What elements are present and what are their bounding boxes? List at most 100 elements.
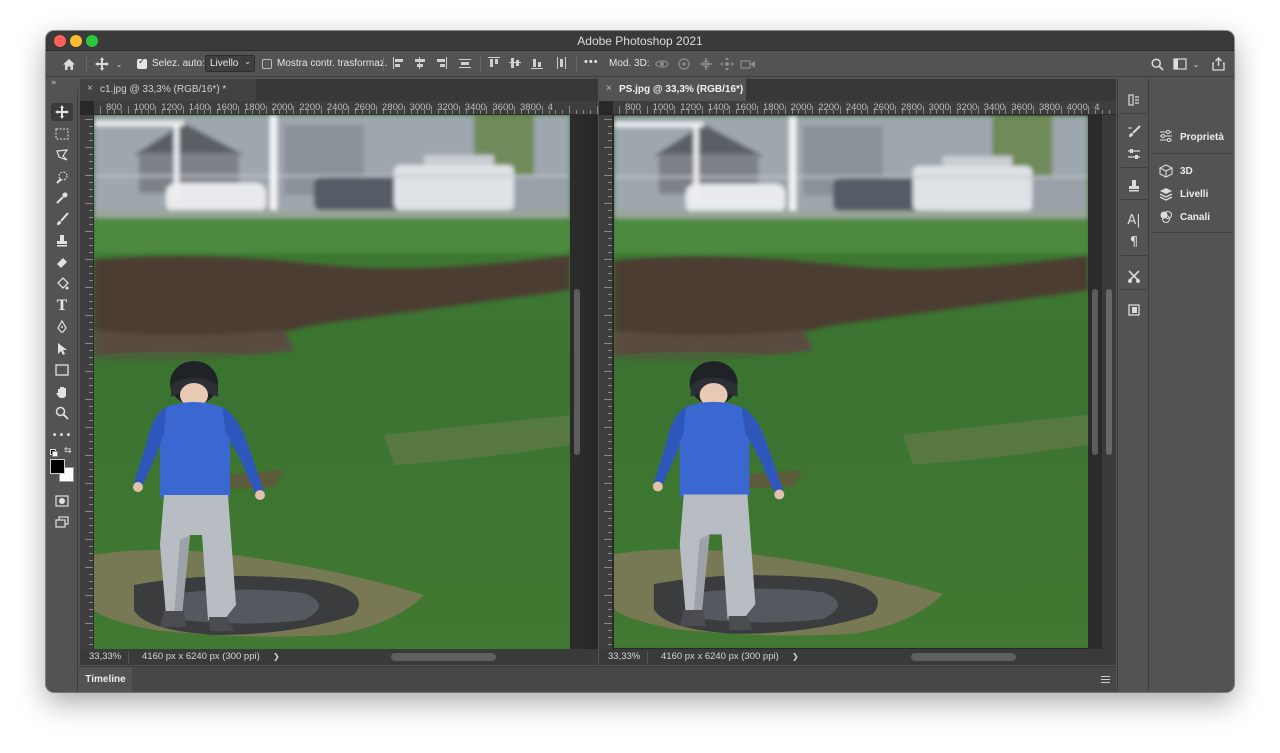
paragraph-icon[interactable]: ¶ xyxy=(1124,233,1144,251)
align-bottom-icon[interactable] xyxy=(530,56,544,70)
properties-panel-button[interactable]: Proprietà xyxy=(1158,129,1232,147)
scrollbar-thumb[interactable] xyxy=(1092,289,1098,455)
channels-panel-button[interactable]: Canali xyxy=(1158,209,1232,227)
scrollbar-thumb[interactable] xyxy=(1106,289,1112,455)
ruler-tick-mark xyxy=(85,511,93,512)
tool-presets-icon[interactable] xyxy=(1124,267,1144,285)
ruler-tick-mark xyxy=(120,110,122,114)
roll-3d-icon[interactable] xyxy=(676,55,692,73)
canvas-c1[interactable] xyxy=(94,115,570,649)
ruler-tick-mark xyxy=(127,106,129,114)
marquee-tool[interactable] xyxy=(51,125,73,143)
close-tab-icon[interactable]: × xyxy=(87,83,93,94)
distribute-vertical-icon[interactable] xyxy=(458,56,472,70)
eyedropper-tool[interactable] xyxy=(51,189,73,207)
zoom-level[interactable]: 33,33% xyxy=(608,651,640,662)
separator xyxy=(647,651,648,663)
ruler-tick-mark xyxy=(320,106,322,114)
lasso-tool[interactable] xyxy=(51,146,73,164)
share-icon[interactable] xyxy=(1209,55,1227,73)
ruler-tick-mark xyxy=(479,110,481,114)
close-tab-icon[interactable]: × xyxy=(606,83,612,94)
orbit-3d-icon[interactable] xyxy=(654,55,670,73)
screen-mode-icon[interactable] xyxy=(51,513,73,531)
ruler-tick-mark xyxy=(369,110,371,114)
ruler-tick-mark xyxy=(608,434,612,435)
brush-tool[interactable] xyxy=(51,210,73,228)
ruler-tick-mark xyxy=(608,546,612,547)
vertical-scrollbar[interactable] xyxy=(570,115,584,649)
horizontal-scrollbar-thumb[interactable] xyxy=(911,653,1016,661)
ruler-tick-mark xyxy=(548,110,550,114)
ruler-tick-mark xyxy=(555,110,557,114)
ruler-tick-mark xyxy=(293,106,295,114)
type-tool[interactable]: T xyxy=(51,297,73,315)
align-left-icon[interactable] xyxy=(392,56,406,70)
quick-selection-tool[interactable] xyxy=(51,168,73,186)
ruler-tick-mark xyxy=(608,560,612,561)
auto-select-checkbox[interactable] xyxy=(137,57,147,69)
ruler-tick-mark xyxy=(639,110,641,114)
scrollbar-thumb[interactable] xyxy=(574,289,580,455)
eraser-tool[interactable] xyxy=(51,253,73,271)
adjustments-icon[interactable] xyxy=(1124,145,1144,163)
edit-toolbar-button[interactable]: ••• xyxy=(51,426,73,444)
move-tool[interactable] xyxy=(51,103,73,121)
layers-panel-button[interactable]: Livelli xyxy=(1158,186,1232,204)
brush-settings-icon[interactable] xyxy=(1124,123,1144,141)
search-icon[interactable] xyxy=(1148,55,1166,73)
canvas-ps[interactable] xyxy=(614,115,1088,649)
ruler-tick-mark xyxy=(832,110,834,114)
ruler-tick-mark xyxy=(736,110,738,114)
3d-panel-button[interactable]: 3D xyxy=(1158,163,1232,181)
paint-bucket-tool[interactable] xyxy=(51,275,73,293)
clone-stamp-tool[interactable] xyxy=(51,232,73,250)
ruler-tick-mark xyxy=(1012,110,1014,114)
zoom-level[interactable]: 33,33% xyxy=(89,651,121,662)
timeline-tab[interactable]: Timeline xyxy=(79,667,132,692)
ruler-tick-mark xyxy=(251,110,253,114)
expand-toolbar-icon[interactable]: » xyxy=(51,78,57,88)
chevron-down-icon[interactable]: ⌄ xyxy=(114,55,124,73)
rectangle-tool[interactable] xyxy=(51,361,73,379)
chevron-right-icon[interactable]: ❯ xyxy=(792,652,799,661)
show-transform-checkbox[interactable] xyxy=(262,59,272,69)
align-right-icon[interactable] xyxy=(434,56,448,70)
chevron-down-icon[interactable]: ⌄ xyxy=(1191,55,1201,73)
hand-tool[interactable] xyxy=(51,383,73,401)
camera-3d-icon[interactable] xyxy=(740,55,756,73)
zoom-tool[interactable] xyxy=(51,404,73,422)
path-selection-tool[interactable] xyxy=(51,340,73,358)
clone-source-icon[interactable] xyxy=(1124,177,1144,195)
ruler-tick-mark xyxy=(791,110,793,114)
history-icon[interactable] xyxy=(1124,91,1144,109)
more-options-button[interactable]: ••• xyxy=(584,56,599,68)
pen-tool[interactable] xyxy=(51,318,73,336)
pan-3d-icon[interactable] xyxy=(698,55,714,73)
libraries-icon[interactable] xyxy=(1124,301,1144,319)
distribute-horizontal-icon[interactable] xyxy=(554,56,568,70)
quick-mask-icon[interactable] xyxy=(51,492,73,510)
character-icon[interactable]: A| xyxy=(1124,211,1144,229)
ruler-tick-mark xyxy=(608,189,612,190)
default-colors-icon[interactable] xyxy=(50,449,58,457)
align-vertical-center-icon[interactable] xyxy=(508,56,522,70)
slide-3d-icon[interactable] xyxy=(719,55,735,73)
tab-c1[interactable]: × c1.jpg @ 33,3% (RGB/16*) * xyxy=(80,79,256,101)
panel-menu-icon[interactable] xyxy=(1101,676,1110,683)
swap-colors-icon[interactable]: ⇆ xyxy=(64,446,72,456)
tab-ps[interactable]: × PS.jpg @ 33,3% (RGB/16*) xyxy=(599,79,746,101)
auto-select-target-dropdown[interactable]: Livello ⌄ xyxy=(205,55,255,72)
move-tool-preset-icon[interactable] xyxy=(94,55,110,73)
chevron-right-icon[interactable]: ❯ xyxy=(273,652,280,661)
horizontal-scrollbar-thumb[interactable] xyxy=(391,653,496,661)
align-horizontal-center-icon[interactable] xyxy=(413,56,427,70)
home-icon[interactable] xyxy=(60,55,78,73)
foreground-color-swatch[interactable] xyxy=(50,459,65,474)
workspace-icon[interactable] xyxy=(1172,55,1188,73)
ruler-tick-mark xyxy=(569,106,571,114)
vertical-scrollbar[interactable] xyxy=(1088,115,1102,649)
tab-ps-label: PS.jpg @ 33,3% (RGB/16*) xyxy=(619,84,744,95)
align-top-icon[interactable] xyxy=(487,56,501,70)
vertical-scrollbar-outer[interactable] xyxy=(1102,115,1116,649)
